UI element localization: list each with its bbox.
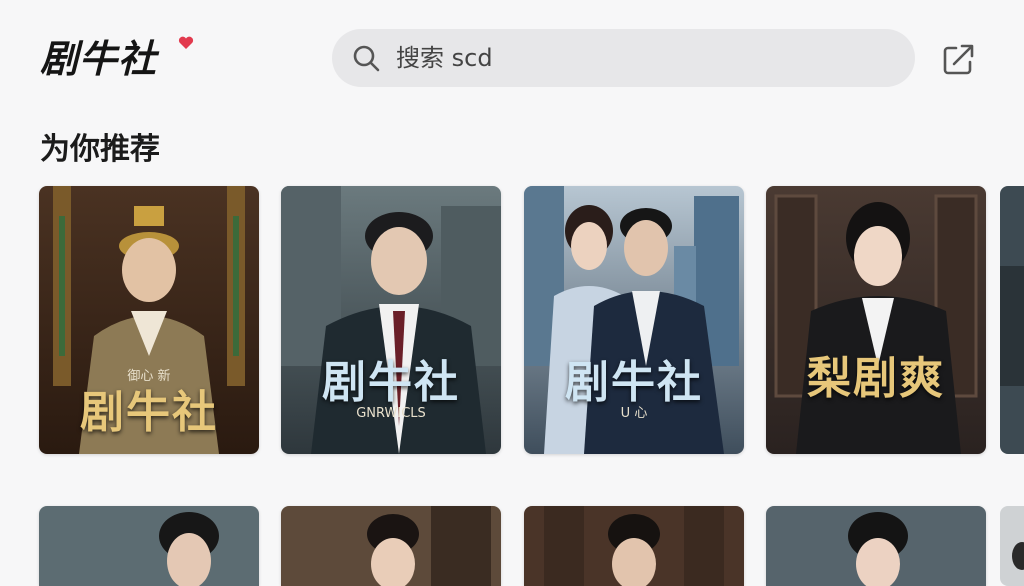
poster-image [281, 506, 501, 586]
drama-card[interactable] [281, 506, 501, 586]
poster-image [524, 506, 744, 586]
app-header: 剧牛社 搜索 scd [0, 0, 1024, 120]
drama-card[interactable]: 梨剧爽 [766, 186, 986, 454]
search-icon [353, 45, 380, 72]
drama-card[interactable]: 剧牛社 GNRWICLS [281, 186, 501, 454]
poster-image [766, 186, 986, 454]
card-subtitle: U 心 [620, 406, 648, 421]
drama-card[interactable] [39, 506, 259, 586]
drama-card-partial[interactable] [1000, 506, 1024, 586]
drama-card[interactable]: 剧牛社 U 心 [524, 186, 744, 454]
poster-image [39, 506, 259, 586]
section-title: 为你推荐 [40, 132, 160, 167]
poster-image [1000, 186, 1024, 454]
search-bar[interactable]: 搜索 scd [332, 29, 915, 87]
drama-card[interactable] [524, 506, 744, 586]
poster-image [766, 506, 986, 586]
card-title: 梨剧爽 [807, 353, 945, 404]
app-logo[interactable]: 剧牛社 [40, 32, 157, 86]
card-title: 剧牛社 [322, 357, 460, 408]
drama-card[interactable] [766, 506, 986, 586]
search-input-text[interactable]: 搜索 scd [396, 41, 493, 75]
card-title: 剧牛社 [565, 357, 703, 408]
card-title: 剧牛社 [80, 387, 218, 438]
card-subtitle: GNRWICLS [356, 406, 426, 421]
drama-card[interactable]: 御心 新 剧牛社 [39, 186, 259, 454]
card-subtitle: 御心 新 [127, 369, 171, 384]
drama-card-partial[interactable] [1000, 186, 1024, 454]
poster-image [1000, 506, 1024, 586]
share-icon[interactable] [940, 40, 978, 78]
heart-icon [178, 36, 194, 49]
